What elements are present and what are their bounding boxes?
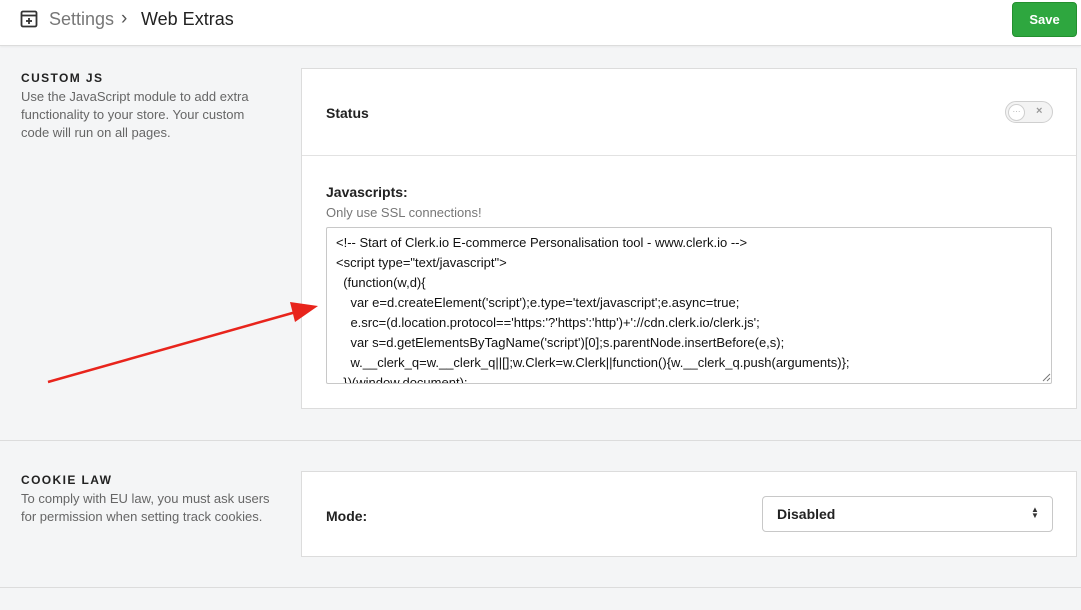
custom-js-card: Status ··· × Javascripts: Only use SSL c… <box>301 68 1077 409</box>
javascript-code-input[interactable] <box>326 227 1052 384</box>
cookie-law-title: COOKIE LAW <box>21 473 113 487</box>
status-label: Status <box>326 105 369 121</box>
section-divider <box>0 440 1081 441</box>
page-title: Web Extras <box>141 9 234 29</box>
cookie-law-card: Mode: Disabled ▲ ▼ <box>301 471 1077 557</box>
ssl-hint: Only use SSL connections! <box>326 205 482 220</box>
mode-select[interactable]: Disabled ▲ ▼ <box>762 496 1053 532</box>
toggle-knob: ··· <box>1008 104 1025 121</box>
breadcrumb-separator: › <box>121 8 128 29</box>
mode-label: Mode: <box>326 508 368 524</box>
save-button[interactable]: Save <box>1012 2 1077 37</box>
status-row: Status ··· × <box>302 69 1076 156</box>
select-caret-icon: ▲ ▼ <box>1031 505 1039 520</box>
javascripts-label: Javascripts: <box>326 184 408 200</box>
status-toggle[interactable]: ··· × <box>1005 101 1053 123</box>
custom-js-title: CUSTOM JS <box>21 71 104 85</box>
custom-js-description: Use the JavaScript module to add extra f… <box>21 89 249 140</box>
section-divider-bottom <box>0 587 1081 588</box>
cookie-law-description: To comply with EU law, you must ask user… <box>21 491 270 524</box>
mode-selected-value: Disabled <box>777 506 836 522</box>
breadcrumb-settings[interactable]: Settings <box>49 9 114 30</box>
top-bar: Settings › Web Extras Save <box>0 0 1081 46</box>
settings-page-icon <box>20 10 38 28</box>
toggle-off-icon: × <box>1036 105 1043 117</box>
resize-handle-icon[interactable] <box>1042 373 1051 382</box>
